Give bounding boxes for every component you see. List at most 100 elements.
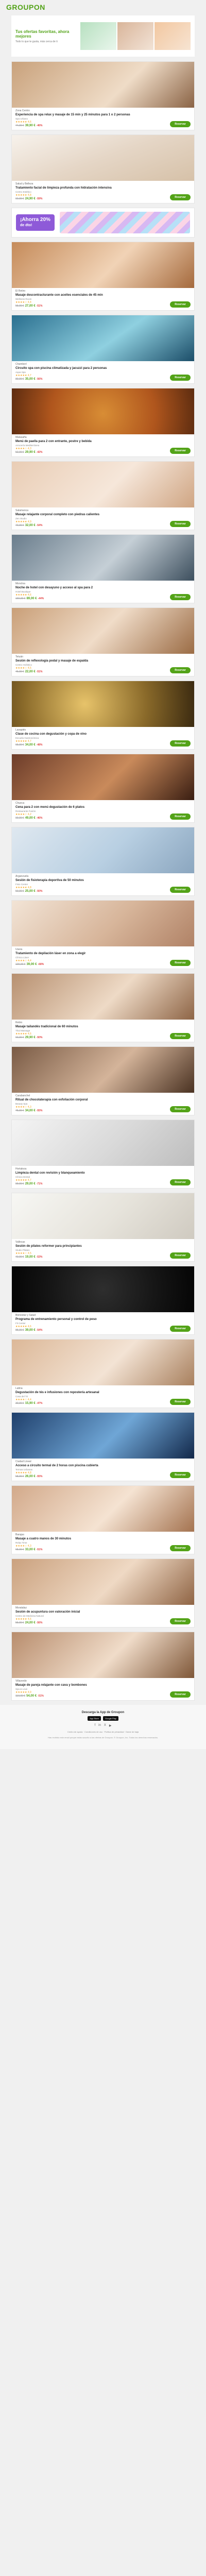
deal-image[interactable] bbox=[12, 1266, 194, 1312]
deal-image[interactable] bbox=[12, 242, 194, 288]
deal-image[interactable] bbox=[12, 135, 194, 181]
deal-image[interactable] bbox=[12, 827, 194, 873]
deal-title[interactable]: Noche de hotel con desayuno y acceso al … bbox=[15, 586, 191, 590]
deal-title[interactable]: Masaje descontracturante con aceites ese… bbox=[15, 294, 191, 297]
groupon-logo[interactable]: GROUPON bbox=[6, 3, 45, 11]
reserve-button[interactable]: Reservar bbox=[170, 667, 191, 673]
deal-image[interactable] bbox=[12, 1632, 194, 1678]
reserve-button[interactable]: Reservar bbox=[170, 594, 191, 600]
deal-card[interactable]: Ciudad Lineal Acceso a circuito termal de… bbox=[11, 1412, 195, 1481]
reserve-button[interactable]: Reservar bbox=[170, 1106, 191, 1112]
google-play-badge[interactable]: Google Play bbox=[103, 1716, 118, 1721]
youtube-icon[interactable]: ▶ bbox=[109, 1724, 112, 1727]
deal-title[interactable]: Ritual de chocolaterapia con exfoliación… bbox=[15, 1098, 191, 1102]
deal-image[interactable] bbox=[12, 1047, 194, 1093]
deal-image[interactable] bbox=[12, 315, 194, 361]
deal-title[interactable]: Acceso a circuito termal de 2 horas con … bbox=[15, 1464, 191, 1468]
deal-title[interactable]: Masaje de pareja relajante con cava y bo… bbox=[15, 1684, 191, 1687]
reserve-button[interactable]: Reservar bbox=[170, 1033, 191, 1039]
deal-card[interactable]: Arganzuela Sesión de fisioterapia deporti… bbox=[11, 827, 195, 896]
deal-card[interactable]: El Retiro Masaje descontracturante con ac… bbox=[11, 242, 195, 311]
deal-card[interactable]: Moncloa Noche de hotel con desayuno y acc… bbox=[11, 534, 195, 603]
deal-title[interactable]: Sesión de pilates reformer para principi… bbox=[15, 1245, 191, 1248]
deal-image[interactable] bbox=[12, 1193, 194, 1239]
deal-card[interactable]: Bienestar y Salud Programa de entrenamien… bbox=[11, 1266, 195, 1335]
reserve-button[interactable]: Reservar bbox=[170, 887, 191, 893]
reserve-button[interactable]: Reservar bbox=[170, 448, 191, 454]
deal-title[interactable]: Limpieza dental con revisión y blanqueam… bbox=[15, 1172, 191, 1175]
footer-links[interactable]: Centro de ayuda · Condiciones de uso · P… bbox=[5, 1731, 201, 1734]
deal-card[interactable]: Chueca Cena para 2 con menú degustación d… bbox=[11, 754, 195, 823]
deal-image[interactable] bbox=[12, 462, 194, 507]
deal-title[interactable]: Clase de cocina con degustación y copa d… bbox=[15, 733, 191, 736]
facebook-icon[interactable]: f bbox=[95, 1724, 96, 1727]
reserve-button[interactable]: Reservar bbox=[170, 1545, 191, 1551]
deal-image[interactable] bbox=[12, 608, 194, 654]
deal-card[interactable]: Salud y Belleza Tratamiento facial de lim… bbox=[11, 134, 195, 204]
reserve-button[interactable]: Reservar bbox=[170, 375, 191, 381]
deal-title[interactable]: Sesión de reflexología podal y masaje de… bbox=[15, 659, 191, 663]
discount-banner[interactable]: ¡Ahorra 20% de dto! bbox=[11, 208, 195, 238]
deal-card[interactable]: Vallecas Sesión de pilates reformer para … bbox=[11, 1193, 195, 1262]
deal-image[interactable] bbox=[12, 1413, 194, 1459]
deal-card[interactable]: Carabanchel Ritual de chocolaterapia con … bbox=[11, 1046, 195, 1115]
deal-image[interactable] bbox=[12, 1340, 194, 1385]
deal-card[interactable]: Moratalaz Sesión de acupuntura con valora… bbox=[11, 1558, 195, 1628]
deal-card[interactable]: Usera Tratamiento de depilación láser en … bbox=[11, 900, 195, 969]
deal-new-price: 26,00 € bbox=[25, 1475, 36, 1478]
deal-title[interactable]: Sesión de fisioterapia deportiva de 50 m… bbox=[15, 879, 191, 883]
deal-title[interactable]: Tratamiento facial de limpieza profunda … bbox=[15, 187, 191, 190]
deal-card[interactable]: Villaverde Masaje de pareja relajante con… bbox=[11, 1632, 195, 1701]
reserve-button[interactable]: Reservar bbox=[170, 301, 191, 308]
deal-title[interactable]: Menú de paella para 2 con entrante, post… bbox=[15, 440, 191, 444]
deal-card[interactable]: Malasaña Menú de paella para 2 con entran… bbox=[11, 388, 195, 457]
deal-title[interactable]: Degustación de tés e infusiones con repo… bbox=[15, 1391, 191, 1395]
deal-new-price: 15,90 € bbox=[25, 1402, 36, 1405]
deal-title[interactable]: Tratamiento de depilación láser en zona … bbox=[15, 952, 191, 956]
deal-card[interactable]: Lavapiés Clase de cocina con degustación … bbox=[11, 681, 195, 750]
deal-title[interactable]: Masaje a cuatro manos de 30 minutos bbox=[15, 1537, 191, 1541]
deal-image[interactable] bbox=[12, 62, 194, 108]
deal-card[interactable]: Salamanca Masaje relajante corporal compl… bbox=[11, 461, 195, 530]
deal-title[interactable]: Circuito spa con piscina climatizada y j… bbox=[15, 367, 191, 370]
deal-card[interactable]: Tetuán Sesión de reflexología podal y mas… bbox=[11, 607, 195, 676]
reserve-button[interactable]: Reservar bbox=[170, 1252, 191, 1259]
deal-image[interactable] bbox=[12, 754, 194, 800]
deal-title[interactable]: Sesión de acupuntura con valoración inic… bbox=[15, 1611, 191, 1614]
reserve-button[interactable]: Reservar bbox=[170, 1179, 191, 1185]
promo-banner[interactable]: Tus ofertas favoritas, ahora mejores Tod… bbox=[11, 15, 195, 57]
deal-image[interactable] bbox=[12, 388, 194, 434]
deal-title[interactable]: Masaje tailandés tradicional de 60 minut… bbox=[15, 1025, 191, 1029]
deal-title[interactable]: Cena para 2 con menú degustación de 6 pl… bbox=[15, 806, 191, 809]
deal-card[interactable]: Barajas Masaje a cuatro manos de 30 minut… bbox=[11, 1485, 195, 1554]
reserve-button[interactable]: Reservar bbox=[170, 194, 191, 200]
deal-card[interactable]: Retiro Masaje tailandés tradicional de 60… bbox=[11, 973, 195, 1042]
deal-card[interactable]: Hortaleza Limpieza dental con revisión y … bbox=[11, 1120, 195, 1189]
deal-image[interactable] bbox=[12, 681, 194, 727]
instagram-icon[interactable]: in bbox=[98, 1724, 101, 1727]
deal-card[interactable]: Zona Centro Experiencia de spa relax y ma… bbox=[11, 61, 195, 130]
deal-image[interactable] bbox=[12, 901, 194, 946]
deal-title[interactable]: Experiencia de spa relax y masaje de 15 … bbox=[15, 113, 191, 117]
reserve-button[interactable]: Reservar bbox=[170, 740, 191, 747]
reserve-button[interactable]: Reservar bbox=[170, 1618, 191, 1624]
reserve-button[interactable]: Reservar bbox=[170, 121, 191, 127]
deal-image[interactable] bbox=[12, 1120, 194, 1166]
reserve-button[interactable]: Reservar bbox=[170, 1399, 191, 1405]
reserve-button[interactable]: Reservar bbox=[170, 814, 191, 820]
deal-card[interactable]: Chamberí Circuito spa con piscina climati… bbox=[11, 315, 195, 384]
reserve-button[interactable]: Reservar bbox=[170, 1472, 191, 1478]
reserve-button[interactable]: Reservar bbox=[170, 521, 191, 527]
deal-image[interactable] bbox=[12, 535, 194, 581]
reserve-button[interactable]: Reservar bbox=[170, 1326, 191, 1332]
reserve-button[interactable]: Reservar bbox=[170, 960, 191, 966]
deal-image[interactable] bbox=[12, 1486, 194, 1532]
deal-title[interactable]: Masaje relajante corporal completo con p… bbox=[15, 513, 191, 517]
deal-title[interactable]: Programa de entrenamiento personal y con… bbox=[15, 1318, 191, 1321]
deal-card[interactable]: Latina Degustación de tés e infusiones co… bbox=[11, 1339, 195, 1408]
deal-image[interactable] bbox=[12, 974, 194, 1020]
deal-image[interactable] bbox=[12, 1559, 194, 1605]
app-store-badge[interactable]: App Store bbox=[88, 1716, 101, 1721]
reserve-button[interactable]: Reservar bbox=[170, 1691, 191, 1698]
x-icon[interactable]: X bbox=[104, 1724, 106, 1727]
